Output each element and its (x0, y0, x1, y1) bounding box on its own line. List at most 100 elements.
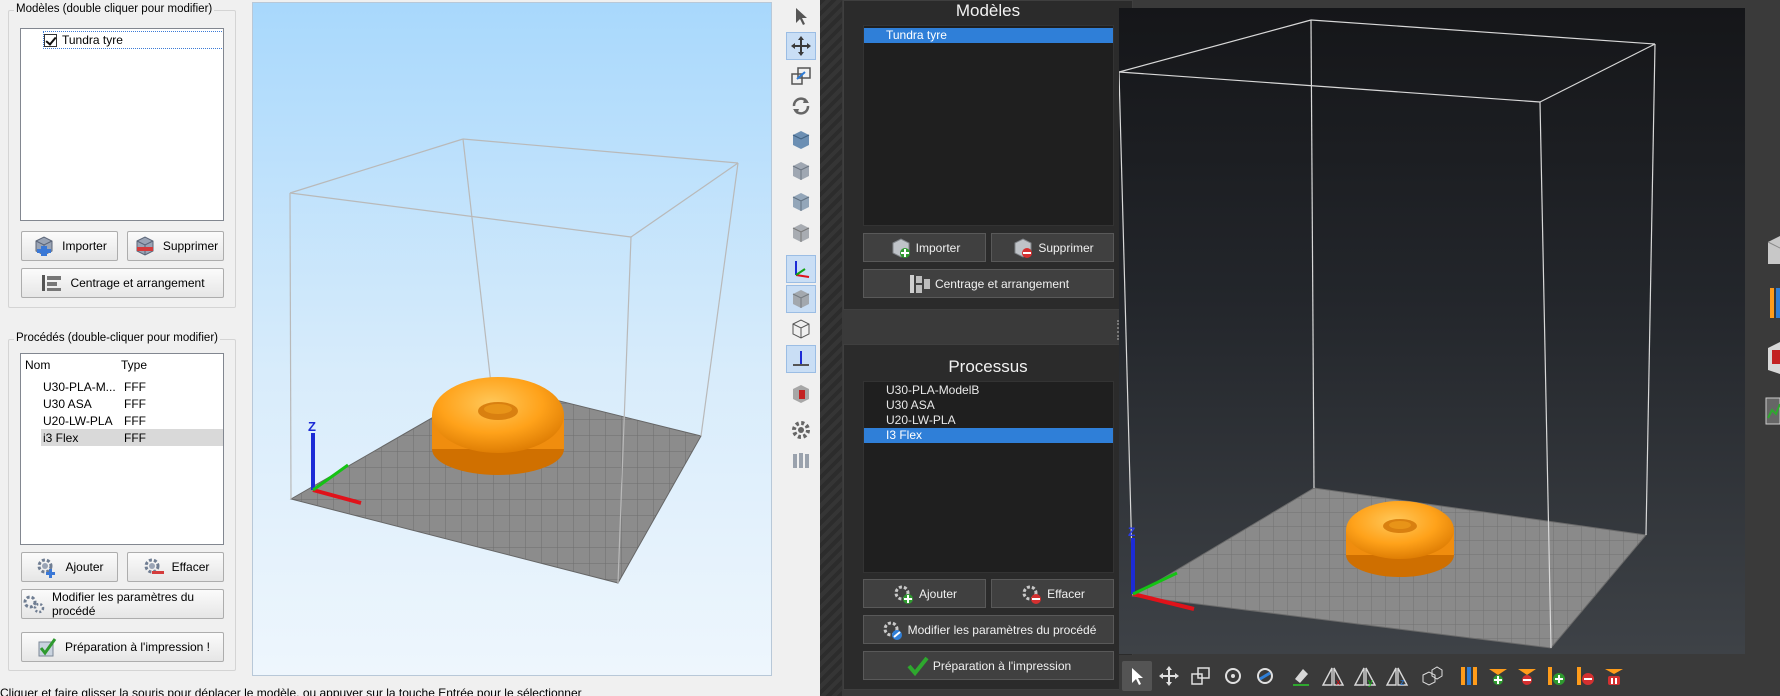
dark-mirror-y-button[interactable]: y (1350, 661, 1380, 691)
dark-erase-label: Effacer (1047, 586, 1085, 601)
dark-add-support-column-button[interactable] (1541, 661, 1571, 691)
import-button[interactable]: Importer (21, 231, 118, 261)
scale-tool-button[interactable] (786, 62, 816, 90)
model-item-tundra-tyre[interactable]: Tundra tyre (43, 31, 223, 49)
axes-icon (795, 261, 810, 278)
models-list[interactable]: Tundra tyre (20, 28, 224, 221)
process-row-selected[interactable]: i3 Flex FFF (41, 429, 223, 446)
dark-checkmark-icon (907, 656, 929, 676)
support-view-partial-icon[interactable] (1756, 284, 1780, 324)
cross-section-button[interactable] (786, 380, 816, 408)
dark-paint-icon (1293, 669, 1309, 686)
dark-add-process-button[interactable]: Ajouter (863, 579, 986, 608)
dark-delete-cube-icon (1014, 237, 1033, 258)
process-list[interactable]: Nom Type U30-PLA-M... FFF U30 ASA FFF U2… (20, 353, 224, 545)
gear-add-icon (37, 558, 56, 578)
tundra-tyre-model[interactable] (432, 377, 564, 475)
dark-import-button[interactable]: Importer (863, 233, 986, 262)
dark-3d-viewport[interactable]: Z (1119, 8, 1745, 654)
process-group-title: Procédés (double-cliquer pour modifier) (14, 332, 220, 344)
dark-move-tool-button[interactable] (1154, 661, 1184, 691)
select-tool-button[interactable] (786, 2, 816, 30)
dark-support-column-button[interactable] (1454, 661, 1484, 691)
dark-process-item[interactable]: U20-LW-PLA (864, 413, 1113, 428)
light-3d-viewport[interactable]: Z (252, 2, 772, 676)
print-stack-button[interactable] (786, 446, 816, 474)
process-name: U30 ASA (43, 396, 92, 411)
cursor-icon (796, 8, 807, 25)
prepare-label: Préparation à l'impression ! (64, 640, 211, 654)
dark-process-item[interactable]: U30-PLA-ModelB (864, 383, 1113, 398)
dark-mirror-z-icon: z (1385, 667, 1409, 687)
arrange-icon (42, 275, 62, 291)
dark-move-icon (1159, 666, 1179, 686)
dark-select-tool-button[interactable] (1122, 661, 1152, 691)
gears-icon (23, 595, 45, 614)
process-row[interactable]: U30-PLA-M... FFF (41, 378, 223, 395)
dark-paint-tool-button[interactable] (1286, 661, 1316, 691)
model-checkbox[interactable] (44, 33, 57, 47)
dark-gear-edit-icon (883, 621, 902, 640)
process-type: FFF (124, 430, 146, 445)
dark-mirror-x-button[interactable]: x (1318, 661, 1348, 691)
dark-split-mesh-button[interactable] (1418, 661, 1448, 691)
gear-remove-icon (144, 558, 164, 574)
dark-remove-support-button[interactable] (1512, 661, 1542, 691)
import-label: Importer (62, 239, 107, 253)
column-header-type[interactable]: Type (121, 358, 147, 372)
add-process-button[interactable]: Ajouter (21, 552, 118, 582)
dark-edit-process-button[interactable]: Modifier les paramètres du procédé (863, 615, 1114, 644)
rotate-tool-button[interactable] (786, 92, 816, 120)
settings-button[interactable] (786, 416, 816, 444)
dark-gear-remove-icon (1022, 585, 1042, 604)
dark-delete-button[interactable]: Supprimer (991, 233, 1114, 262)
dark-scale-tool-button[interactable] (1186, 661, 1216, 691)
edit-process-button[interactable]: Modifier les paramètres du procédé (21, 589, 224, 619)
delete-button[interactable]: Supprimer (127, 231, 224, 261)
dark-remove-support-column-button[interactable] (1570, 661, 1600, 691)
dark-process-panel: Processus U30-PLA-ModelB U30 ASA U20-LW-… (843, 344, 1133, 690)
dark-edit-process-label: Modifier les paramètres du procédé (907, 622, 1097, 637)
dark-process-list[interactable]: U30-PLA-ModelB U30 ASA U20-LW-PLA I3 Fle… (863, 381, 1114, 573)
dark-mirror-z-button[interactable]: z (1382, 661, 1412, 691)
dark-support-columns-icon (1461, 667, 1477, 685)
axes-toggle-button[interactable] (786, 255, 816, 283)
chart-view-partial-icon[interactable] (1756, 392, 1780, 432)
process-row[interactable]: U20-LW-PLA FFF (41, 412, 223, 429)
move-arrows-icon (791, 36, 811, 56)
move-tool-button[interactable] (786, 32, 816, 60)
dark-add-support-button[interactable] (1483, 661, 1513, 691)
dark-rotate-icon (1225, 668, 1241, 684)
view-front-button[interactable] (786, 157, 816, 185)
wireframe-view-button[interactable] (786, 315, 816, 343)
dark-process-item-selected[interactable]: I3 Flex (864, 428, 1113, 443)
dark-rotate-tool-button[interactable] (1218, 661, 1248, 691)
dark-model-item[interactable]: Tundra tyre (864, 28, 1113, 43)
section-view-partial-icon[interactable] (1756, 338, 1780, 378)
dark-process-item[interactable]: U30 ASA (864, 398, 1113, 413)
dark-erase-process-button[interactable]: Effacer (991, 579, 1114, 608)
erase-process-button[interactable]: Effacer (127, 552, 224, 582)
wireframe-cube-icon (792, 319, 810, 339)
dark-clear-supports-button[interactable] (1599, 661, 1629, 691)
column-header-name[interactable]: Nom (21, 358, 121, 372)
view-top-button[interactable] (786, 219, 816, 247)
dark-rotate-face-button[interactable] (1250, 661, 1280, 691)
view-side-button[interactable] (786, 188, 816, 216)
dark-mirror-y-icon: y (1353, 667, 1377, 687)
dark-models-list[interactable]: Tundra tyre (863, 25, 1114, 226)
dark-prepare-print-button[interactable]: Préparation à l'impression (863, 651, 1114, 680)
svg-text:z: z (1400, 677, 1405, 687)
plane-view-button[interactable] (786, 345, 816, 373)
solid-view-button[interactable] (786, 285, 816, 313)
process-row[interactable]: U30 ASA FFF (41, 395, 223, 412)
view-iso-button[interactable] (786, 126, 816, 154)
prepare-print-button[interactable]: Préparation à l'impression ! (21, 632, 224, 662)
view-cube-partial-icon[interactable] (1756, 230, 1780, 270)
process-name: U20-LW-PLA (43, 413, 113, 428)
dark-tundra-tyre-model[interactable] (1346, 501, 1454, 577)
arrange-button[interactable]: Centrage et arrangement (21, 268, 224, 298)
dark-arrange-button[interactable]: Centrage et arrangement (863, 269, 1114, 298)
light-theme-window: Modèles (double cliquer pour modifier) T… (0, 0, 820, 696)
process-name: U30-PLA-M... (43, 379, 116, 394)
